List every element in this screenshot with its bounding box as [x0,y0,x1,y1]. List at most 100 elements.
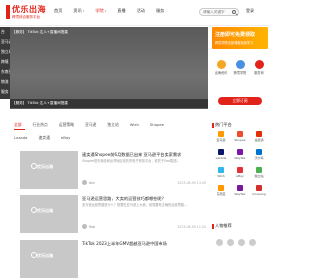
article-author[interactable]: Ann [89,181,95,185]
article-tab[interactable]: Shopee [150,122,164,128]
quick-link[interactable]: 出海资讯 [212,60,230,75]
subscribe-button[interactable]: 立即订阅 [218,97,262,105]
quick-link-icon [216,60,226,69]
article-summary: 亚马逊运营思路是什么？想要在亚马逊上大卖，就需要有正确的运营思路... [82,203,188,207]
avatar[interactable] [249,239,256,246]
platform-item[interactable]: 东南亚 [212,185,230,196]
platform-item[interactable]: 独立站 [250,167,268,178]
platform-item[interactable]: Wish [212,167,230,178]
quick-link[interactable]: 跨境学院 [231,60,249,75]
panel-accent-bar [212,123,214,128]
platform-item[interactable]: Shopee [231,131,249,142]
quick-links: 出海资讯 跨境学院 服务商 [212,54,268,94]
article-thumbnail[interactable]: 优乐出海 [20,240,78,278]
platform-item[interactable]: Wayfair [231,185,249,196]
nav-item[interactable]: 首页 [54,8,62,14]
platform-item[interactable]: 沃尔玛 [250,149,268,160]
top-header: 优乐出海 跨境综合服务平台 首页 资讯▾ 学院▾ 直播 活动 服务 登录 [0,0,270,26]
nav-item-label: 首页 [54,8,63,13]
article-tab[interactable]: 亚马逊 [85,122,96,128]
nav-item-label: 服务 [155,8,165,13]
article-tab[interactable]: eBay [61,135,71,141]
platform-item[interactable]: Lazada [212,149,230,160]
side-menu-item[interactable]: 服务 [0,87,10,97]
article-title[interactable]: 速卖通Shopee前6月数据已出来 亚马逊平台卖家需求 [82,152,206,158]
article-time: 2023-08-09 13:45 [177,180,206,185]
main-nav: 首页 资讯▾ 学院▾ 直播 活动 服务 [54,8,175,14]
platform-label: 沃尔玛 [254,156,264,160]
tabs-row-2: Lazada 速卖通 eBay [14,135,204,141]
platform-label: 东南亚 [216,192,226,196]
platform-logo-icon [256,185,262,191]
side-menu-item[interactable]: 台 [0,27,10,37]
side-menu-item[interactable]: 独立站 [0,47,10,57]
platform-panel-title: 热门平台 [215,122,232,127]
nav-item-label: 直播 [117,8,126,13]
avatar[interactable] [216,239,223,246]
quick-link-label: 跨境学院 [233,71,247,75]
platform-item[interactable]: Coupang [250,185,268,196]
banner-caption: 【服务】 TikTok 达人+直播间搭建 [12,30,68,34]
avatar[interactable] [238,239,245,246]
side-menu-item[interactable]: 东南亚 [0,67,10,77]
search-icon[interactable] [232,10,236,14]
banner-image [10,27,208,109]
article-thumbnail[interactable]: 优乐出海 [20,151,78,189]
article-summary: Shopee是东南亚和台湾地区领先的电子商务平台，依托于Sea集团... [82,159,180,163]
platform-item[interactable]: eBay [231,167,249,178]
article-tab[interactable]: 独立站 [107,122,118,128]
side-menu-item[interactable]: 物流 [0,77,10,87]
platform-label: Coupang [252,192,266,196]
article-title[interactable]: TikTok 2023上半年GMV超越亚马逊中国市场 [82,241,206,247]
article-title[interactable]: 亚马逊运营思路，大卖的运营技巧都哪些呢？ [82,196,206,202]
article-meta: Ann 2023-08-09 13:45 [82,180,206,186]
platform-item[interactable]: 亚马逊 [212,131,230,142]
hero-banner[interactable]: 【服务】 TikTok 达人+直播间搭建 [10,27,208,109]
avatar[interactable] [227,239,234,246]
article-meta: Rob 2023-08-09 11:20 [82,224,206,230]
category-side-menu: 台亚马逊独立站跨境东南亚物流服务 [0,27,10,99]
article-tab[interactable]: 行业热点 [33,122,48,128]
platform-logo-icon [256,131,262,137]
article-tab[interactable]: 全部 [14,122,25,130]
nav-item[interactable]: 学院▾ [95,8,106,14]
thumbnail-logo-text: 优乐出海 [37,164,53,169]
article-tab[interactable]: Lazada [14,135,28,141]
platform-item[interactable]: 速卖通 [250,131,268,142]
list-item[interactable]: 优乐出海 TikTok 2023上半年GMV超越亚马逊中国市场 [20,240,206,280]
tabs-row-1: 全部 行业热点 运营策略 亚马逊 独立站 Wish Shopee [14,122,204,130]
nav-item[interactable]: 直播 [117,8,125,14]
nav-item[interactable]: 资讯▾ [73,8,84,14]
side-menu-item[interactable]: 跨境 [0,57,10,67]
article-summary [82,248,206,257]
search-input[interactable] [200,9,230,15]
quick-link-label: 出海资讯 [214,71,228,75]
list-item[interactable]: 优乐出海 亚马逊运营思路，大卖的运营技巧都哪些呢？ 亚马逊运营思路是什么？想要在亚马… [20,195,206,235]
article-tab[interactable]: Wish [130,122,139,128]
platform-item[interactable]: Wayfair [231,149,249,160]
quick-link-icon [254,60,264,69]
search-box[interactable] [199,8,239,16]
side-menu-item[interactable]: 亚马逊 [0,37,10,47]
banner-ticker[interactable]: 【服务】 TikTok 达人+直播间搭建 [10,99,208,108]
platform-logo-icon [256,167,262,173]
platform-logo-icon [256,149,262,155]
article-tab[interactable]: 速卖通 [39,135,50,141]
quick-link[interactable]: 服务商 [250,60,268,75]
nav-item[interactable]: 活动 [137,8,145,14]
article-thumbnail[interactable]: 优乐出海 [20,195,78,233]
platform-label: 速卖通 [254,138,264,142]
article-author[interactable]: Rob [89,225,95,229]
people-panel-header: 人物推荐 [212,223,268,230]
site-logo[interactable]: 优乐出海 跨境综合服务平台 [6,4,46,22]
article-tab[interactable]: 运营策略 [59,122,74,128]
platform-logo-icon [218,131,224,137]
chevron-down-icon: ▾ [82,9,85,13]
platform-logo-icon [237,185,243,191]
nav-item[interactable]: 服务 [156,8,164,14]
ticker-text: 【服务】 TikTok 达人+直播间搭建 [12,100,68,105]
login-link[interactable]: 登录 [246,8,254,14]
platform-label: eBay [236,174,244,178]
list-item[interactable]: 优乐出海 速卖通Shopee前6月数据已出来 亚马逊平台卖家需求 Shopee是东南… [20,151,206,191]
register-promo[interactable]: 注册即可免费领取 跨境学院全部课程免费学习 [212,27,268,49]
